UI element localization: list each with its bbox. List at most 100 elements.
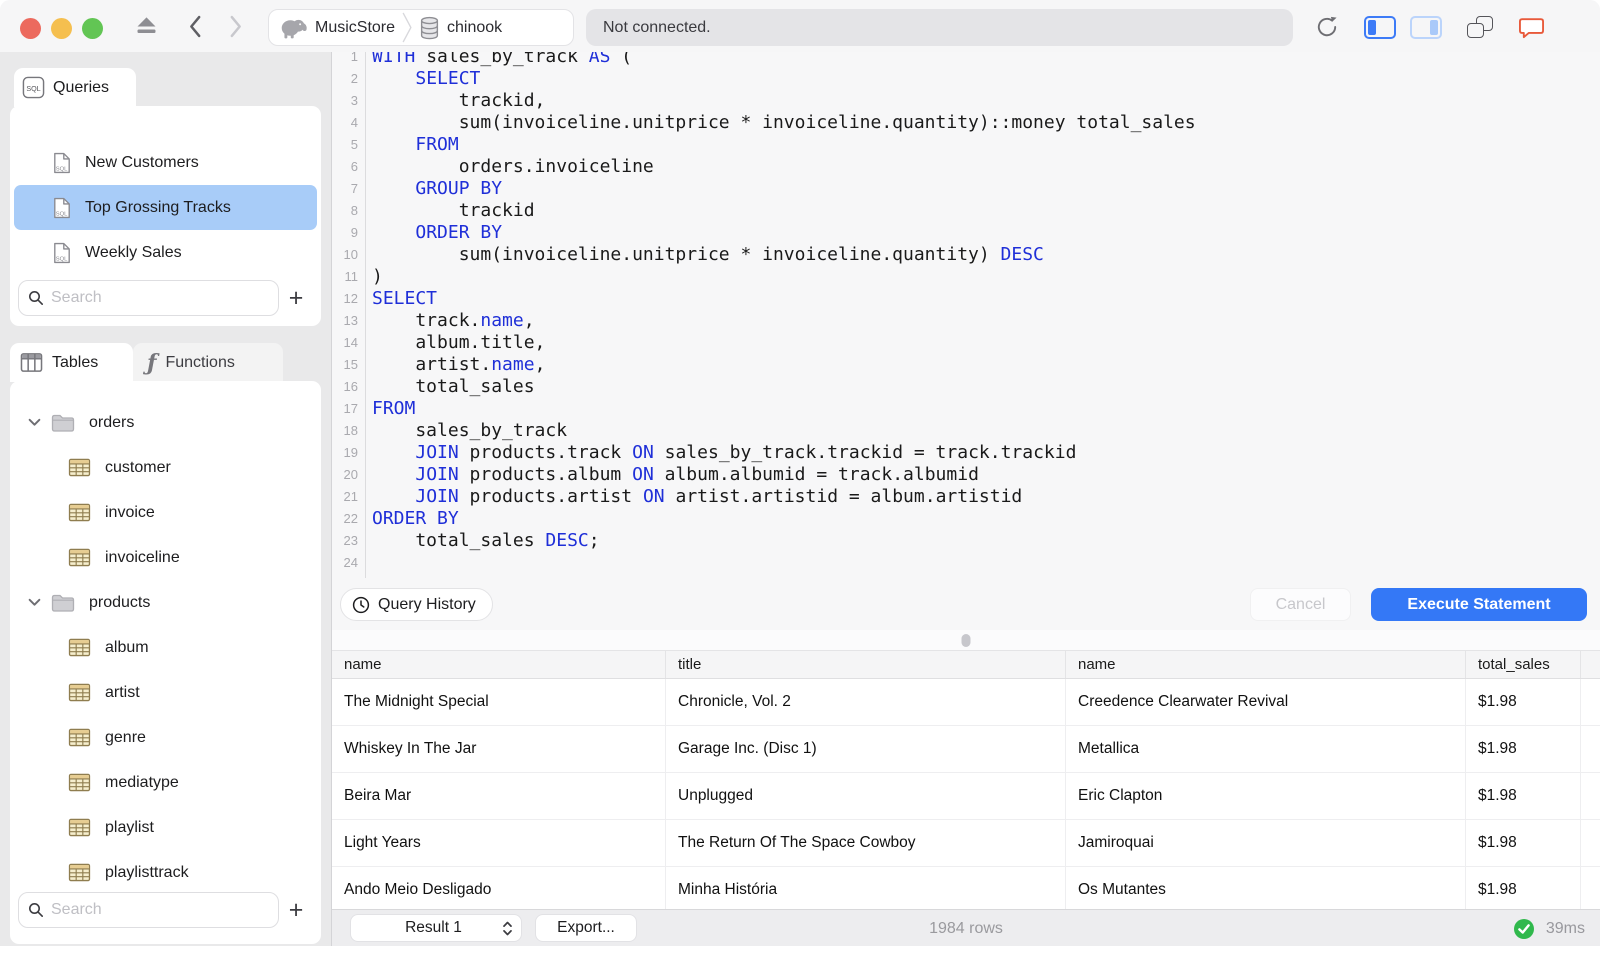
line-number: 23	[343, 533, 358, 548]
chevron-left-icon	[190, 15, 201, 38]
windows-button[interactable]	[1466, 16, 1493, 39]
code-line: 16 total_sales	[332, 376, 1600, 398]
result-cell[interactable]: Eric Clapton	[1066, 773, 1466, 819]
sql-editor-pane: 1 WITH sales_by_track AS ( 2 SELECT 3 tr…	[332, 52, 1600, 630]
result-row[interactable]: Ando Meio Desligado Minha História Os Mu…	[332, 867, 1600, 909]
sql-file-icon: SQL	[53, 242, 71, 264]
result-cell[interactable]: $1.98	[1466, 820, 1581, 866]
query-searchbox	[18, 280, 279, 316]
results-column-header[interactable]: name	[1066, 651, 1466, 678]
result-cell[interactable]: $1.98	[1466, 679, 1581, 725]
tree-item[interactable]: artist	[10, 670, 321, 715]
left-panel-icon	[1364, 16, 1396, 39]
line-number: 13	[343, 313, 358, 328]
table-search-input[interactable]	[18, 892, 279, 928]
result-row[interactable]: Beira Mar Unplugged Eric Clapton $1.98	[332, 773, 1600, 820]
result-cell[interactable]: $1.98	[1466, 867, 1581, 909]
tree-item[interactable]: orders	[10, 400, 321, 445]
export-button[interactable]: Export...	[535, 914, 637, 942]
execute-statement-button[interactable]: Execute Statement	[1371, 588, 1587, 621]
query-list-item[interactable]: SQL Weekly Sales	[14, 230, 317, 275]
result-cell[interactable]: Whiskey In The Jar	[332, 726, 666, 772]
result-cell[interactable]: Creedence Clearwater Revival	[1066, 679, 1466, 725]
add-query-button[interactable]: +	[279, 281, 313, 315]
chevron-down-icon[interactable]	[28, 598, 41, 607]
result-cell[interactable]: The Return Of The Space Cowboy	[666, 820, 1066, 866]
result-selector[interactable]: Result 1	[350, 914, 522, 942]
minimize-window-button[interactable]	[51, 18, 72, 39]
chevron-down-icon[interactable]	[28, 418, 41, 427]
results-pane: name title name total_sales The Midnight Sp…	[332, 650, 1600, 909]
result-row[interactable]: Whiskey In The Jar Garage Inc. (Disc 1) …	[332, 726, 1600, 773]
result-cell[interactable]: $1.98	[1466, 726, 1581, 772]
code-text: JOIN products.artist ON artist.artistid …	[415, 486, 1023, 507]
toggle-left-sidebar-button[interactable]	[1364, 16, 1396, 39]
code-text: sum(invoiceline.unitprice * invoiceline.…	[372, 112, 1196, 133]
fullscreen-window-button[interactable]	[82, 18, 103, 39]
postgres-elephant-icon	[281, 19, 307, 38]
tree-item[interactable]: playlist	[10, 805, 321, 850]
result-cell[interactable]: Minha História	[666, 867, 1066, 909]
query-history-button[interactable]: Query History	[340, 588, 493, 621]
tab-queries[interactable]: SQL Queries	[14, 68, 136, 107]
close-window-button[interactable]	[20, 18, 41, 39]
add-table-button[interactable]: +	[279, 893, 313, 927]
disconnect-eject-button[interactable]	[135, 16, 158, 35]
clock-icon	[352, 596, 370, 613]
breadcrumb-database[interactable]: chinook	[419, 16, 502, 40]
tree-item[interactable]: album	[10, 625, 321, 670]
tab-functions[interactable]: ƒ Functions	[133, 343, 283, 382]
result-cell[interactable]: Unplugged	[666, 773, 1066, 819]
tree-item[interactable]: customer	[10, 445, 321, 490]
result-cell[interactable]: Beira Mar	[332, 773, 666, 819]
result-cell[interactable]: Chronicle, Vol. 2	[666, 679, 1066, 725]
results-column-header[interactable]: title	[666, 651, 1066, 678]
sql-file-icon: SQL	[53, 152, 71, 174]
code-line: 8 trackid	[332, 200, 1600, 222]
query-list-item[interactable]: SQL New Customers	[14, 140, 317, 185]
results-column-header[interactable]: total_sales	[1466, 651, 1581, 678]
query-search-input[interactable]	[18, 280, 279, 316]
tree-item[interactable]: products	[10, 580, 321, 625]
result-cell[interactable]: Jamiroquai	[1066, 820, 1466, 866]
sql-editor[interactable]: 1 WITH sales_by_track AS ( 2 SELECT 3 tr…	[332, 52, 1600, 578]
toggle-right-sidebar-button[interactable]	[1410, 16, 1442, 39]
breadcrumb-server-label: MusicStore	[315, 18, 396, 36]
cancel-button[interactable]: Cancel	[1250, 588, 1351, 621]
line-number: 21	[343, 489, 358, 504]
code-text: WITH sales_by_track AS (	[372, 52, 633, 67]
results-column-header[interactable]: name	[332, 651, 666, 678]
breadcrumb-server[interactable]: MusicStore	[279, 16, 395, 40]
code-line: 14 album.title,	[332, 332, 1600, 354]
result-cell[interactable]: Os Mutantes	[1066, 867, 1466, 909]
result-cell[interactable]: Garage Inc. (Disc 1)	[666, 726, 1066, 772]
code-text: trackid	[372, 200, 535, 221]
result-cell[interactable]: Light Years	[332, 820, 666, 866]
reload-button[interactable]	[1315, 15, 1339, 39]
splitter-grip[interactable]	[961, 634, 971, 647]
forward-button[interactable]	[229, 15, 243, 38]
svg-text:SQL: SQL	[56, 211, 68, 217]
result-row[interactable]: Light Years The Return Of The Space Cowb…	[332, 820, 1600, 867]
result-row[interactable]: The Midnight Special Chronicle, Vol. 2 C…	[332, 679, 1600, 726]
query-list-item-label: New Customers	[85, 153, 199, 171]
svg-text:SQL: SQL	[56, 166, 68, 172]
tree-item-label: mediatype	[105, 773, 179, 791]
back-button[interactable]	[188, 15, 202, 38]
results-column-header-filler	[1581, 651, 1600, 678]
result-cell[interactable]: Metallica	[1066, 726, 1466, 772]
line-number: 7	[350, 181, 358, 196]
sidebar: SQL Queries SQL New Customers SQL Top Gr…	[0, 52, 332, 946]
pane-splitter[interactable]	[332, 630, 1600, 650]
tree-item[interactable]: genre	[10, 715, 321, 760]
query-list-item[interactable]: SQL Top Grossing Tracks	[14, 185, 317, 230]
result-cell[interactable]: $1.98	[1466, 773, 1581, 819]
result-cell[interactable]: The Midnight Special	[332, 679, 666, 725]
feedback-button[interactable]	[1518, 17, 1545, 39]
tree-item[interactable]: mediatype	[10, 760, 321, 805]
tab-tables[interactable]: Tables	[10, 343, 133, 382]
breadcrumb: MusicStore chinook	[268, 9, 574, 46]
result-cell[interactable]: Ando Meio Desligado	[332, 867, 666, 909]
tree-item[interactable]: invoice	[10, 490, 321, 535]
tree-item[interactable]: invoiceline	[10, 535, 321, 580]
